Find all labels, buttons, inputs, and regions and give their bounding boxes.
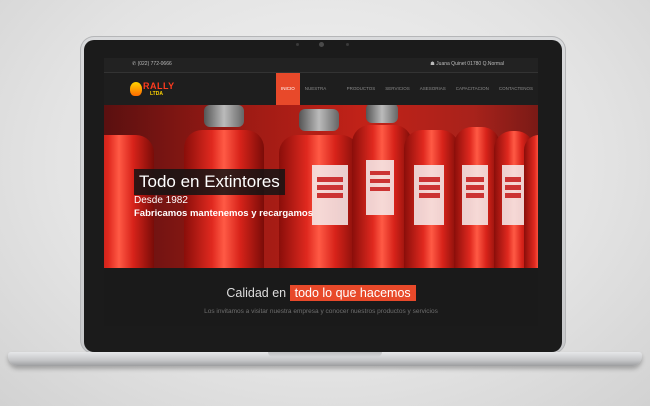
nav-item-nuestra-empresa[interactable]: NUESTRA EMPRESA (300, 73, 342, 123)
nav-item-servicios[interactable]: SERVICIOS (380, 73, 414, 105)
website-screen: ✆ (022) 772-0666 ☗ Juana Quinet 01780 Q.… (104, 58, 538, 326)
nav-item-productos[interactable]: PRODUCTOS (342, 73, 381, 105)
nav-item-contactenos[interactable]: CONTACTENOS (494, 73, 538, 105)
label-image (502, 165, 524, 225)
rally-logo[interactable]: RALLY LTDA (130, 78, 176, 100)
phone-number: ✆ (022) 772-0666 (132, 61, 172, 67)
label-image (366, 160, 394, 215)
nav-item-asesorias[interactable]: ASESORIAS (415, 73, 451, 105)
label-image (462, 165, 488, 225)
valve-image (204, 105, 244, 127)
logo-subtext: LTDA (150, 91, 163, 97)
valve-image (366, 105, 398, 123)
hero-title: Todo en Extintores (139, 172, 280, 191)
heading-highlight: todo lo que hacemos (289, 285, 416, 301)
extinguisher-image (524, 135, 538, 268)
webcam-sensor (346, 43, 349, 46)
top-bar: ✆ (022) 772-0666 ☗ Juana Quinet 01780 Q.… (104, 58, 538, 73)
heading-prefix: Calidad en (226, 286, 287, 300)
section-heading: Calidad en todo lo que hacemos (104, 285, 538, 301)
flame-icon (130, 82, 142, 96)
label-image (312, 165, 348, 225)
logo-text: RALLY (143, 81, 175, 91)
hero-title-box: Todo en Extintores (134, 169, 285, 195)
valve-image (299, 109, 339, 131)
address: ☗ Juana Quinet 01780 Q.Normal (430, 61, 504, 67)
webcam-sensor (296, 43, 299, 46)
section-subtext: Los invitamos a visitar nuestra empresa … (204, 308, 438, 315)
quality-section: Calidad en todo lo que hacemos Los invit… (104, 268, 538, 326)
extinguisher-image (184, 130, 264, 268)
label-image (414, 165, 444, 225)
nav-item-inicio[interactable]: INICIO (276, 73, 300, 105)
nav-item-capacitacion[interactable]: CAPACITACION (451, 73, 494, 105)
laptop-notch (268, 352, 382, 357)
main-navigation: RALLY LTDA INICIO NUESTRA EMPRESA PRODUC… (104, 73, 538, 123)
hero-tagline: Fabricamos mantenemos y recargamos (134, 208, 313, 219)
webcam (319, 42, 324, 47)
nav-menu: INICIO NUESTRA EMPRESA PRODUCTOS SERVICI… (276, 73, 538, 123)
hero-since: Desde 1982 (134, 195, 188, 206)
hero-banner: Todo en Extintores Desde 1982 Fabricamos… (104, 105, 538, 268)
